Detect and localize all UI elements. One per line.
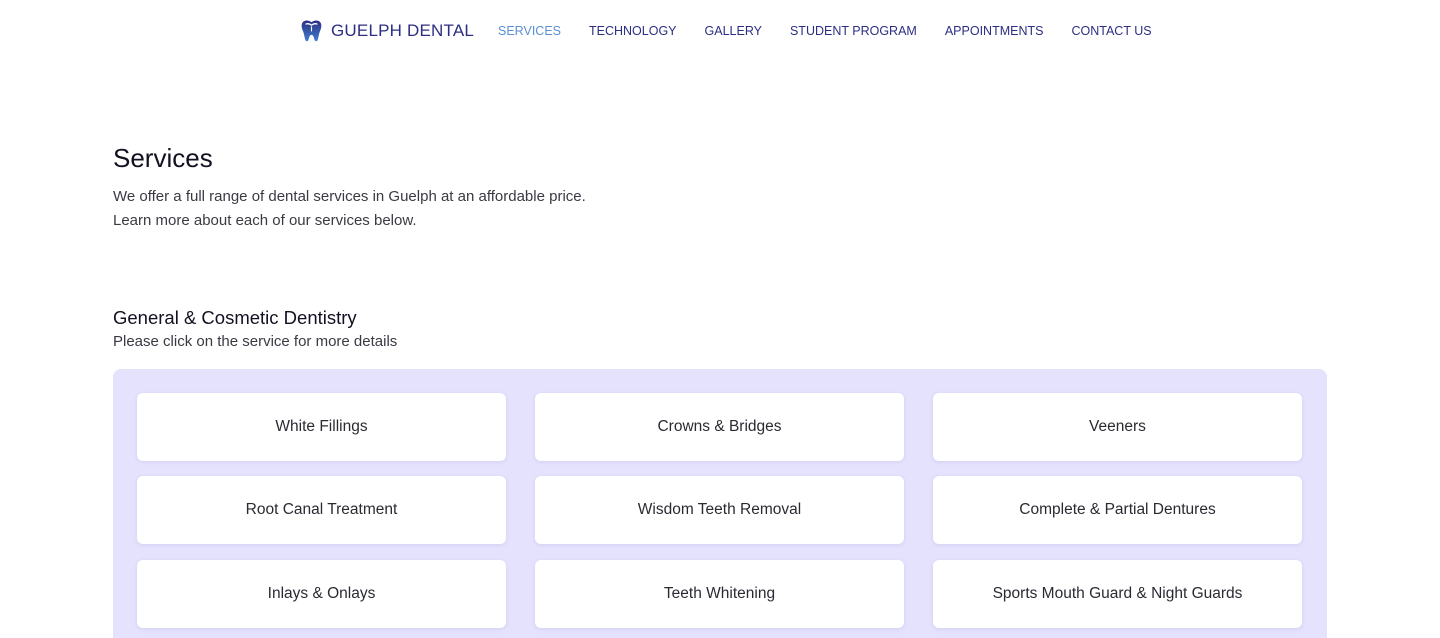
section-title: General & Cosmetic Dentistry [113,307,357,328]
nav-services[interactable]: SERVICES [498,24,561,38]
nav-technology[interactable]: TECHNOLOGY [589,24,677,38]
intro-line: Learn more about each of our services be… [113,212,417,229]
page-title: Services [113,143,213,173]
nav-student-program[interactable]: STUDENT PROGRAM [790,24,917,38]
intro-line: We offer a full range of dental services… [113,188,586,205]
service-card[interactable]: Complete & Partial Dentures [933,476,1302,544]
service-card[interactable]: Wisdom Teeth Removal [535,476,904,544]
service-card[interactable]: Teeth Whitening [535,560,904,628]
service-card[interactable]: Crowns & Bridges [535,393,904,461]
service-card[interactable]: White Fillings [137,393,506,461]
tooth-icon [300,19,323,43]
service-card[interactable]: Root Canal Treatment [137,476,506,544]
nav-contact-us[interactable]: CONTACT US [1071,24,1151,38]
section-subtitle: Please click on the service for more det… [113,333,398,350]
intro-text: We offer a full range of dental services… [113,185,586,233]
service-card[interactable]: Inlays & Onlays [137,560,506,628]
brand-logo-link[interactable]: GUELPH DENTAL [300,19,474,43]
main-nav: SERVICES TECHNOLOGY GALLERY STUDENT PROG… [498,24,1180,38]
nav-appointments[interactable]: APPOINTMENTS [945,24,1044,38]
service-card[interactable]: Sports Mouth Guard & Night Guards [933,560,1302,628]
services-grid: White Fillings Crowns & Bridges Veeners … [113,369,1327,638]
nav-gallery[interactable]: GALLERY [705,24,762,38]
top-nav: GUELPH DENTAL SERVICES TECHNOLOGY GALLER… [0,0,1440,62]
service-card[interactable]: Veeners [933,393,1302,461]
brand-name: GUELPH DENTAL [331,21,475,40]
